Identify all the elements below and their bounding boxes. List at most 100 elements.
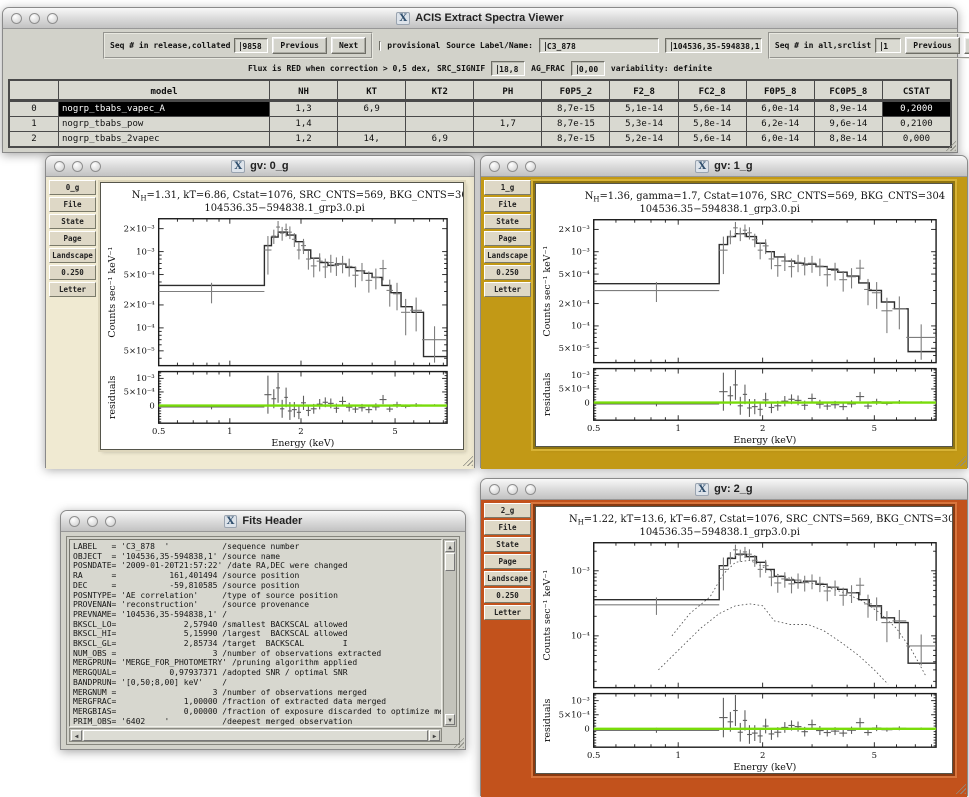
column-header-kt2: KT2 — [406, 81, 473, 101]
row-2-f0p5_2-cell[interactable]: 8,7e-15 — [542, 132, 609, 146]
viewer-titlebar[interactable]: XACIS Extract Spectra Viewer — [3, 8, 957, 29]
row-2-f0p5_8-cell[interactable]: 6,0e-14 — [747, 132, 814, 146]
row-2-kt-cell[interactable]: 14, — [338, 132, 405, 146]
zoom-button[interactable] — [525, 161, 536, 172]
row-2-nh-cell[interactable]: 1,2 — [270, 132, 337, 146]
gv0-file-button[interactable]: File — [49, 197, 96, 212]
row-2-ph-cell[interactable] — [474, 132, 541, 146]
gv0-0-250-button[interactable]: 0.250 — [49, 265, 96, 280]
row-2-f2_8-cell[interactable]: 5,2e-14 — [610, 132, 677, 146]
fits-titlebar[interactable]: XFits Header — [61, 511, 465, 532]
source-name-input[interactable]: C3_878 — [539, 38, 659, 53]
row-0-cstat-cell[interactable]: 0,2000 — [883, 102, 950, 116]
gv1-landscape-button[interactable]: Landscape — [484, 248, 531, 263]
row-1-kt2-cell[interactable] — [406, 117, 473, 131]
close-button[interactable] — [489, 484, 500, 495]
svg-text:5: 5 — [392, 426, 397, 436]
row-1-f2_8-cell[interactable]: 5,3e-14 — [610, 117, 677, 131]
gv0-page-button[interactable]: Page — [49, 231, 96, 246]
gv2-0-250-button[interactable]: 0.250 — [484, 588, 531, 603]
scroll-left-icon[interactable]: ◀ — [71, 730, 82, 741]
row-1-f0p5_8-cell[interactable]: 6,2e-14 — [747, 117, 814, 131]
gv1-file-button[interactable]: File — [484, 197, 531, 212]
gv1-letter-button[interactable]: Letter — [484, 282, 531, 297]
row-2-cstat-cell[interactable]: 0,000 — [883, 132, 950, 146]
column-header-ph: PH — [474, 81, 541, 101]
gv1-1-g-button[interactable]: 1_g — [484, 180, 531, 195]
gv0-titlebar[interactable]: Xgv: 0_g — [46, 156, 474, 177]
close-button[interactable] — [489, 161, 500, 172]
zoom-button[interactable] — [105, 516, 116, 527]
close-button[interactable] — [54, 161, 65, 172]
zoom-button[interactable] — [47, 13, 58, 24]
gv2-state-button[interactable]: State — [484, 537, 531, 552]
gv2-page-button[interactable]: Page — [484, 554, 531, 569]
seq-release-input[interactable]: 9858 — [234, 38, 268, 53]
vertical-scrollbar[interactable]: ▲ ▼ — [443, 539, 457, 727]
seq-all-next-button[interactable]: Next — [964, 37, 969, 54]
row-2-number-cell[interactable]: 2 — [10, 132, 58, 146]
gv2-titlebar[interactable]: Xgv: 2_g — [481, 479, 967, 500]
seq-release-previous-button[interactable]: Previous — [272, 37, 327, 54]
row-1-fc0p5_8-cell[interactable]: 9,6e-14 — [815, 117, 882, 131]
gv2-landscape-button[interactable]: Landscape — [484, 571, 531, 586]
ag-frac-input[interactable]: 0,00 — [571, 61, 605, 76]
row-0-fc2_8-cell[interactable]: 5,6e-14 — [679, 102, 746, 116]
provisional-checkbox[interactable] — [379, 41, 381, 51]
zoom-button[interactable] — [525, 484, 536, 495]
gv1-page: 0.51252×10⁻³10⁻³5×10⁻⁴2×10⁻⁴10⁻⁴5×10⁻⁵10… — [535, 183, 953, 447]
minimize-button[interactable] — [72, 161, 83, 172]
row-2-fc0p5_8-cell[interactable]: 8,8e-14 — [815, 132, 882, 146]
minimize-button[interactable] — [507, 484, 518, 495]
gv1-page-button[interactable]: Page — [484, 231, 531, 246]
vertical-scroll-thumb[interactable] — [445, 553, 455, 571]
row-1-kt-cell[interactable] — [338, 117, 405, 131]
row-1-fc2_8-cell[interactable]: 5,8e-14 — [679, 117, 746, 131]
gv2-file-button[interactable]: File — [484, 520, 531, 535]
row-1-f0p5_2-cell[interactable]: 8,7e-15 — [542, 117, 609, 131]
gv2-2-g-button[interactable]: 2_g — [484, 503, 531, 518]
row-0-f2_8-cell[interactable]: 5,1e-14 — [610, 102, 677, 116]
row-0-number-cell[interactable]: 0 — [10, 102, 58, 116]
close-button[interactable] — [11, 13, 22, 24]
row-0-f0p5_8-cell[interactable]: 6,0e-14 — [747, 102, 814, 116]
gv1-titlebar[interactable]: Xgv: 1_g — [481, 156, 967, 177]
row-1-nh-cell[interactable]: 1,4 — [270, 117, 337, 131]
row-0-kt2-cell[interactable] — [406, 102, 473, 116]
seq-all-previous-button[interactable]: Previous — [905, 37, 960, 54]
gv1-0-250-button[interactable]: 0.250 — [484, 265, 531, 280]
horizontal-scrollbar[interactable]: ◀ ▶ — [69, 728, 442, 742]
zoom-button[interactable] — [90, 161, 101, 172]
src-signif-input[interactable]: 18,8 — [491, 61, 525, 76]
minimize-button[interactable] — [507, 161, 518, 172]
scroll-right-icon[interactable]: ▶ — [429, 730, 440, 741]
minimize-button[interactable] — [87, 516, 98, 527]
gv0-0-g-button[interactable]: 0_g — [49, 180, 96, 195]
gv0-landscape-button[interactable]: Landscape — [49, 248, 96, 263]
row-0-model-cell[interactable]: nogrp_tbabs_vapec_A — [59, 102, 269, 116]
close-button[interactable] — [69, 516, 80, 527]
row-1-model-cell[interactable]: nogrp_tbabs_pow — [59, 117, 269, 131]
row-0-f0p5_2-cell[interactable]: 8,7e-15 — [542, 102, 609, 116]
row-0-ph-cell[interactable] — [474, 102, 541, 116]
gv0-letter-button[interactable]: Letter — [49, 282, 96, 297]
scroll-down-icon[interactable]: ▼ — [445, 714, 455, 725]
seq-all-input[interactable]: 1 — [875, 38, 901, 53]
minimize-button[interactable] — [29, 13, 40, 24]
gv2-letter-button[interactable]: Letter — [484, 605, 531, 620]
row-0-kt-cell[interactable]: 6,9 — [338, 102, 405, 116]
row-1-number-cell[interactable]: 1 — [10, 117, 58, 131]
row-2-model-cell[interactable]: nogrp_tbabs_2vapec — [59, 132, 269, 146]
row-0-fc0p5_8-cell[interactable]: 8,9e-14 — [815, 102, 882, 116]
row-2-fc2_8-cell[interactable]: 5,6e-14 — [679, 132, 746, 146]
row-0-nh-cell[interactable]: 1,3 — [270, 102, 337, 116]
row-1-cstat-cell[interactable]: 0,2100 — [883, 117, 950, 131]
seq-release-next-button[interactable]: Next — [331, 37, 366, 54]
gv0-state-button[interactable]: State — [49, 214, 96, 229]
row-1-ph-cell[interactable]: 1,7 — [474, 117, 541, 131]
row-2-kt2-cell[interactable]: 6,9 — [406, 132, 473, 146]
horizontal-scroll-thumb[interactable] — [83, 730, 428, 741]
gv1-state-button[interactable]: State — [484, 214, 531, 229]
source-fullname-input[interactable]: 104536,35-594838,1 — [665, 38, 762, 53]
scroll-up-icon[interactable]: ▲ — [445, 541, 455, 552]
